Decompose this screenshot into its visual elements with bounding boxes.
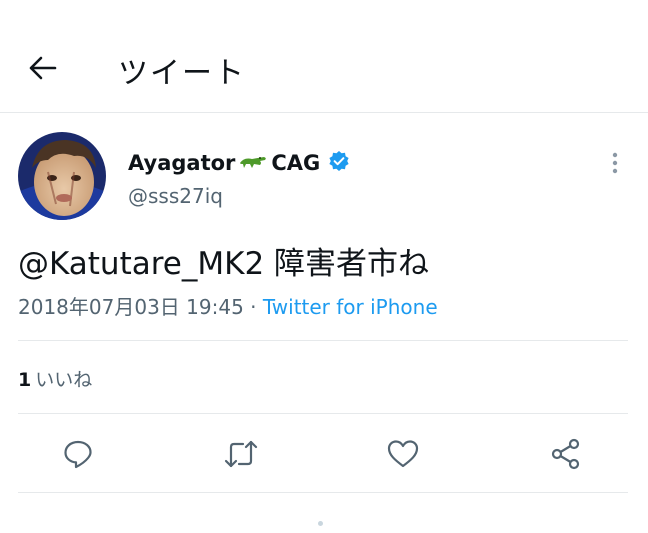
author-name-part2: CAG [271, 151, 321, 175]
retweet-button[interactable] [223, 436, 259, 472]
loading-dot [318, 521, 323, 526]
retweet-icon [224, 440, 258, 468]
tweet-text: @Katutare_MK2 障害者市ね [18, 246, 430, 282]
tweet-meta: 2018年07月03日 19:45 · Twitter for iPhone [18, 291, 438, 320]
divider [18, 340, 628, 341]
top-bar: ツイート [0, 0, 648, 113]
likes-count: 1 [18, 369, 32, 391]
author-handle[interactable]: @sss27iq [128, 184, 223, 208]
author-name[interactable]: Ayagator CAG [128, 146, 350, 180]
back-button[interactable] [22, 50, 62, 86]
more-vertical-icon [612, 152, 618, 174]
share-icon [551, 438, 580, 470]
reply-icon [64, 440, 92, 469]
likes-label: いいね [35, 369, 93, 391]
more-options-button[interactable] [604, 150, 626, 176]
crocodile-icon [238, 151, 268, 175]
author-name-part1: Ayagator [128, 151, 236, 175]
tweet-source-link[interactable]: Twitter for iPhone [263, 295, 438, 319]
like-button[interactable] [385, 436, 421, 472]
avatar[interactable] [18, 132, 106, 220]
reply-button[interactable] [60, 436, 96, 472]
verified-badge-icon [328, 150, 350, 176]
page-title: ツイート [118, 56, 246, 91]
divider [18, 413, 628, 414]
heart-icon [387, 440, 419, 468]
likes-stat[interactable]: 1 いいね [18, 365, 92, 392]
tweet-timestamp[interactable]: 2018年07月03日 19:45 [18, 295, 244, 319]
divider [18, 492, 628, 493]
arrow-left-icon [29, 56, 57, 80]
meta-separator: · [250, 295, 257, 319]
share-button[interactable] [548, 436, 584, 472]
